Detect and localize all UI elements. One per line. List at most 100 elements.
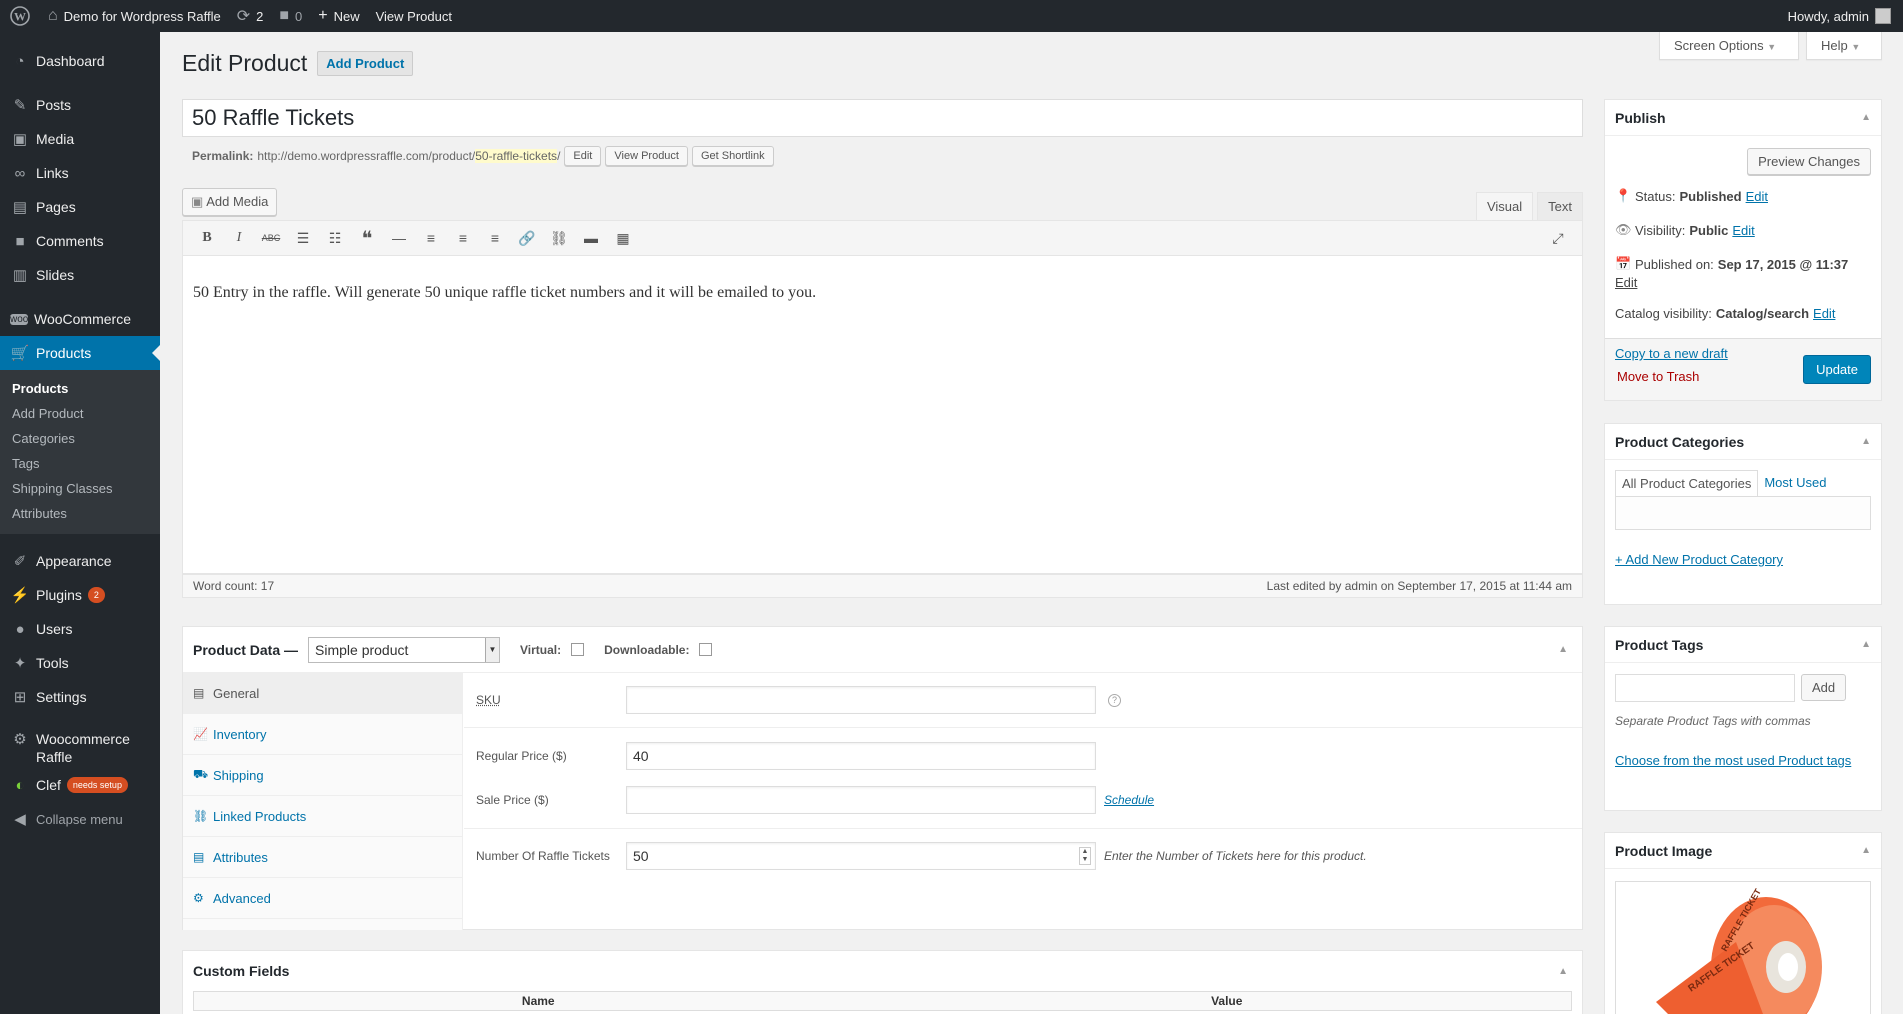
align-right-icon[interactable]: ≡ [479,230,511,246]
add-new-category-link[interactable]: + Add New Product Category [1615,552,1783,567]
update-button[interactable]: Update [1803,355,1871,384]
toolbar-toggle-icon[interactable]: ▦ [607,230,639,247]
menu-clef[interactable]: ◐ Clef needs setup [0,768,160,802]
submenu-categories[interactable]: Categories [0,426,160,451]
tab-inventory[interactable]: 📈 Inventory [183,714,462,755]
read-more-icon[interactable]: ▬ [575,230,607,246]
menu-comments[interactable]: ■ Comments [0,224,160,258]
horizontal-line-icon[interactable]: — [383,230,415,246]
regular-price-input[interactable]: 40 [626,742,1096,770]
italic-icon[interactable]: I [223,230,255,246]
submenu-shipping-classes[interactable]: Shipping Classes [0,476,160,501]
tab-general[interactable]: ▤ General [183,673,462,714]
menu-media[interactable]: ▣ Media [0,122,160,156]
strikethrough-icon[interactable]: ABC [255,233,287,243]
tab-advanced[interactable]: ⚙ Advanced [183,878,462,919]
publish-header[interactable]: Publish ▲ [1605,100,1881,136]
tab-most-used[interactable]: Most Used [1758,470,1832,496]
menu-users[interactable]: ● Users [0,612,160,646]
categories-header[interactable]: Product Categories ▲ [1605,424,1881,460]
product-image-header[interactable]: Product Image ▲ [1605,833,1881,869]
edit-visibility-link[interactable]: Edit [1732,223,1754,238]
tab-visual[interactable]: Visual [1475,192,1534,221]
account-menu[interactable]: Howdy, admin [1788,8,1903,24]
unlink-icon[interactable]: ⛓ [543,230,575,247]
raffle-tickets-input[interactable]: 50 ▲ ▼ [626,842,1096,870]
screen-options-button[interactable]: Screen Options ▼ [1659,32,1799,60]
help-button[interactable]: Help ▼ [1806,32,1882,60]
editor-content-area[interactable]: 50 Entry in the raffle. Will generate 50… [182,256,1583,574]
choose-tags-link[interactable]: Choose from the most used Product tags [1615,753,1851,768]
blockquote-icon[interactable]: ❝ [351,226,383,251]
bulleted-list-icon[interactable]: ☰ [287,230,319,247]
submenu-products[interactable]: Products [0,376,160,401]
collapse-toggle-icon[interactable]: ▲ [1861,845,1871,856]
collapse-toggle-icon[interactable]: ▲ [1861,436,1871,447]
permalink-slug[interactable]: 50-raffle-tickets [475,149,558,163]
category-checklist[interactable] [1615,496,1871,530]
edit-catalog-link[interactable]: Edit [1813,306,1835,321]
collapse-toggle-icon[interactable]: ▲ [1558,644,1568,655]
number-stepper-icon[interactable]: ▲ ▼ [1079,847,1091,865]
menu-woocommerce-raffle[interactable]: ⚙ Woocommerce Raffle [0,724,160,768]
product-image[interactable]: RAFFLE TICKET RAFFLE TICKET [1615,881,1871,1014]
submenu-tags[interactable]: Tags [0,451,160,476]
menu-settings[interactable]: ⊞ Settings [0,680,160,714]
align-left-icon[interactable]: ≡ [415,230,447,246]
downloadable-checkbox[interactable] [699,643,713,656]
copy-to-draft-link[interactable]: Copy to a new draft [1615,346,1728,361]
add-media-button[interactable]: ▣ Add Media [182,188,278,216]
custom-fields-header[interactable]: Custom Fields ▲ [183,951,1582,991]
view-product-link[interactable]: View Product [368,0,460,32]
menu-slides[interactable]: ▥ Slides [0,258,160,292]
align-center-icon[interactable]: ≡ [447,230,479,246]
edit-date-link[interactable]: Edit [1615,275,1637,290]
submenu-attributes[interactable]: Attributes [0,501,160,526]
menu-appearance[interactable]: ✐ Appearance [0,544,160,578]
updates-link[interactable]: ⟳ 2 [229,0,272,32]
fullscreen-icon[interactable]: ⤢ [1542,230,1574,247]
numbered-list-icon[interactable]: ☷ [319,230,351,247]
menu-links[interactable]: ∞ Links [0,156,160,190]
tab-text[interactable]: Text [1537,192,1583,221]
tab-all-categories[interactable]: All Product Categories [1615,470,1759,496]
add-tag-button[interactable]: Add [1801,674,1847,701]
bold-icon[interactable]: B [191,230,223,246]
collapse-menu-button[interactable]: ◀ Collapse menu [0,802,160,836]
preview-changes-button[interactable]: Preview Changes [1747,148,1871,175]
submenu-add-product[interactable]: Add Product [0,401,160,426]
product-type-select[interactable]: Simple product ▼ [308,636,501,663]
comments-link[interactable]: ■ 0 [271,0,310,32]
menu-tools[interactable]: ✦ Tools [0,646,160,680]
tab-linked-products[interactable]: ⛓ Linked Products [183,796,462,837]
collapse-toggle-icon[interactable]: ▲ [1861,112,1871,123]
get-shortlink-button[interactable]: Get Shortlink [691,146,774,166]
schedule-link[interactable]: Schedule [1104,793,1154,807]
menu-woocommerce[interactable]: woo WooCommerce [0,302,160,336]
tag-input[interactable] [1615,674,1795,702]
menu-posts[interactable]: ✎ Posts [0,88,160,122]
link-icon[interactable]: 🔗 [511,230,543,247]
help-tip-icon[interactable]: ? [1108,693,1121,707]
tab-shipping[interactable]: ⛟ Shipping [183,755,462,796]
edit-permalink-button[interactable]: Edit [564,146,602,166]
tab-attributes[interactable]: ▤ Attributes [183,837,462,878]
menu-pages[interactable]: ▤ Pages [0,190,160,224]
edit-status-link[interactable]: Edit [1746,189,1768,204]
wordpress-logo-icon[interactable]: W [0,0,40,32]
permalink-base[interactable]: http://demo.wordpressraffle.com/product/ [257,149,475,163]
tags-header[interactable]: Product Tags ▲ [1605,627,1881,663]
collapse-toggle-icon[interactable]: ▲ [1861,639,1871,650]
menu-dashboard[interactable]: ◔ Dashboard [0,44,160,78]
move-to-trash-link[interactable]: Move to Trash [1617,369,1699,384]
menu-products[interactable]: 🛒 Products [0,336,160,370]
view-product-button[interactable]: View Product [605,146,688,166]
virtual-checkbox[interactable] [571,643,585,656]
collapse-toggle-icon[interactable]: ▲ [1558,966,1568,977]
new-content-link[interactable]: + New [310,0,367,32]
site-name-link[interactable]: ⌂ Demo for Wordpress Raffle [40,0,229,32]
menu-plugins[interactable]: ⚡ Plugins 2 [0,578,160,612]
add-product-button[interactable]: Add Product [317,51,414,76]
sku-input[interactable] [626,686,1096,714]
post-title-input[interactable]: 50 Raffle Tickets [182,99,1583,137]
